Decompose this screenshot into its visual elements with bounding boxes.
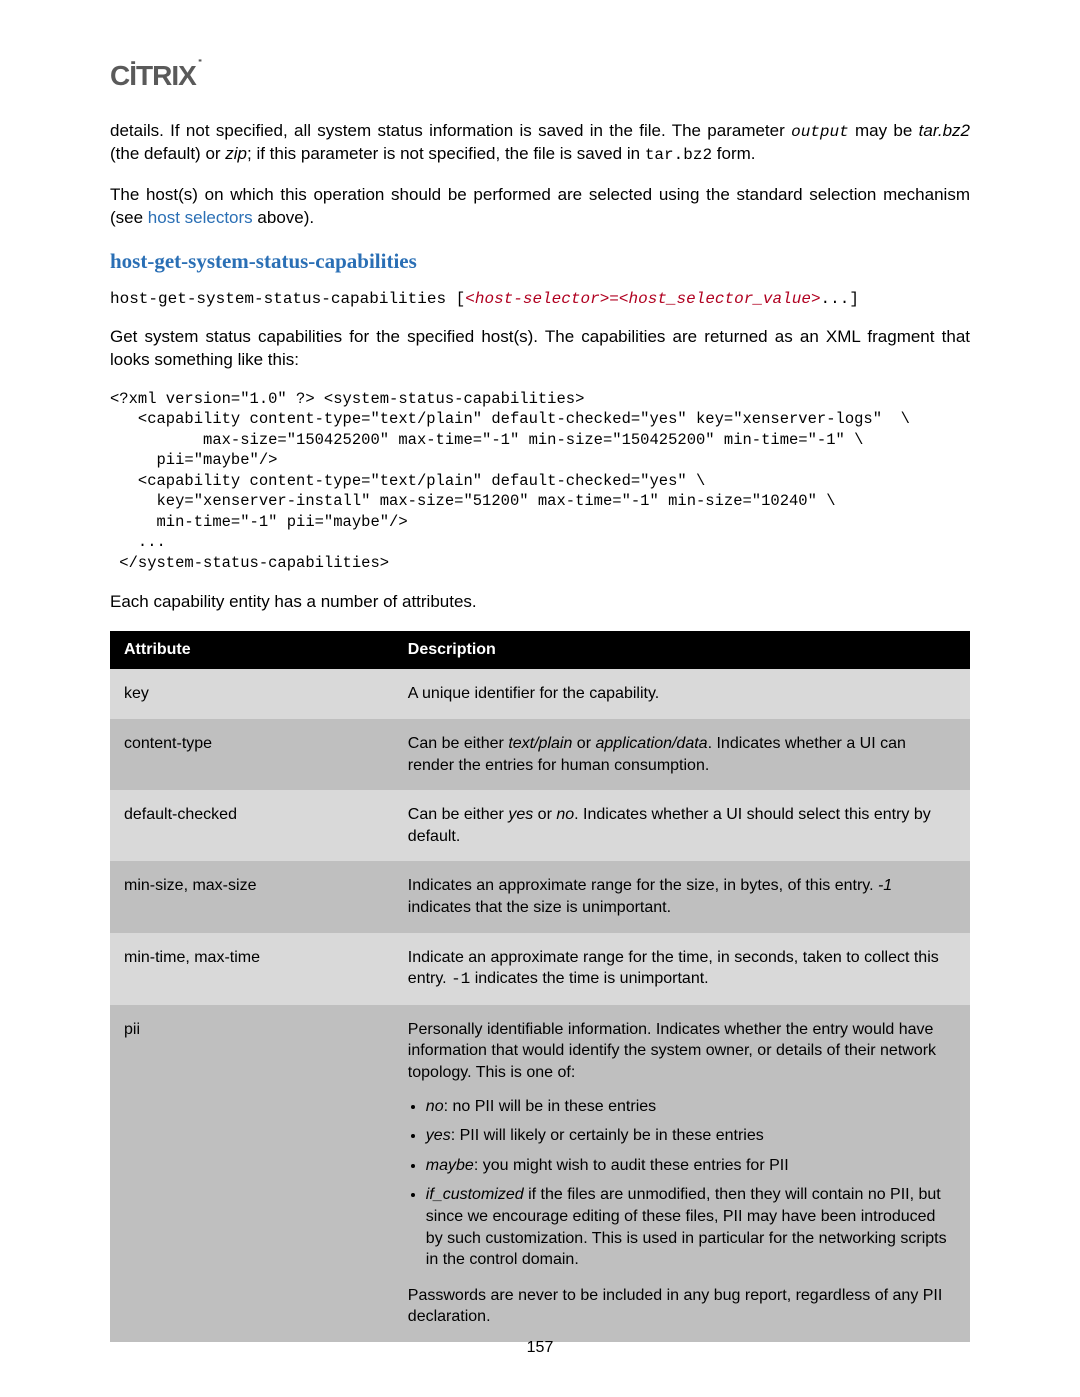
pii-no: no [426,1098,444,1115]
param-output: output [791,123,849,141]
text: indicates that the size is unimportant. [408,899,671,916]
table-row: key A unique identifier for the capabili… [110,669,970,719]
list-item: yes: PII will likely or certainly be in … [426,1125,956,1147]
host-selector-param: <host-selector> [465,290,609,308]
text: Can be either [408,735,509,752]
header-description: Description [394,631,970,669]
text: : no PII will be in these entries [444,1098,657,1115]
attr-cell: min-size, max-size [110,861,394,932]
desc-cell: A unique identifier for the capability. [394,669,970,719]
host-selector-value-param: <host_selector_value> [619,290,821,308]
attributes-intro: Each capability entity has a number of a… [110,591,970,613]
page-container: CİTRIX˙ details. If not specified, all s… [0,0,1080,1397]
cmd-name: host-get-system-status-capabilities [110,290,446,308]
value-tarbz2-mono: tar.bz2 [645,146,712,164]
table-row: content-type Can be either text/plain or… [110,719,970,790]
table-row: default-checked Can be either yes or no.… [110,790,970,861]
desc-cell: Indicates an approximate range for the s… [394,861,970,932]
text: or [533,806,556,823]
list-item: if_customized if the files are unmodifie… [426,1184,956,1270]
text: form. [712,144,755,163]
text: Can be either [408,806,509,823]
text: details. If not specified, all system st… [110,121,791,140]
text: above). [253,208,314,227]
value-neg1-mono: -1 [451,970,470,988]
pii-footnote: Passwords are never to be included in an… [408,1285,956,1328]
host-selectors-link[interactable]: host selectors [148,208,253,227]
value-zip: zip [225,144,247,163]
attr-cell: key [110,669,394,719]
table-header-row: Attribute Description [110,631,970,669]
bracket-open: [ [446,290,465,308]
logo-text: CİTRIX [110,60,196,92]
section-heading: host-get-system-status-capabilities [110,249,970,274]
table-row: min-size, max-size Indicates an approxim… [110,861,970,932]
table-row: pii Personally identifiable information.… [110,1005,970,1342]
pii-options-list: no: no PII will be in these entries yes:… [408,1096,956,1271]
list-item: no: no PII will be in these entries [426,1096,956,1118]
attr-cell: default-checked [110,790,394,861]
citrix-logo: CİTRIX˙ [110,60,970,92]
intro-paragraph-1: details. If not specified, all system st… [110,120,970,166]
description-paragraph: Get system status capabilities for the s… [110,326,970,371]
pii-intro: Personally identifiable information. Ind… [408,1019,956,1084]
text: : PII will likely or certainly be in the… [451,1127,764,1144]
desc-cell: Can be either text/plain or application/… [394,719,970,790]
attr-cell: min-time, max-time [110,933,394,1005]
text: indicates the time is unimportant. [470,970,708,987]
bracket-close: ...] [821,290,859,308]
attributes-table: Attribute Description key A unique ident… [110,631,970,1341]
value-appdata: application/data [595,735,707,752]
text: or [572,735,595,752]
list-item: maybe: you might wish to audit these ent… [426,1155,956,1177]
pii-maybe: maybe [426,1157,474,1174]
attr-cell: content-type [110,719,394,790]
desc-cell: Can be either yes or no. Indicates wheth… [394,790,970,861]
text: Indicates an approximate range for the s… [408,877,878,894]
command-syntax: host-get-system-status-capabilities [<ho… [110,290,970,308]
pii-yes: yes [426,1127,451,1144]
value-no: no [556,806,574,823]
value-yes: yes [508,806,533,823]
header-attribute: Attribute [110,631,394,669]
value-tarbz2: tar.bz2 [919,121,970,140]
value-textplain: text/plain [508,735,572,752]
page-number: 157 [0,1339,1080,1357]
value-neg1: -1 [878,877,892,894]
table-row: min-time, max-time Indicate an approxima… [110,933,970,1005]
intro-paragraph-2: The host(s) on which this operation shou… [110,184,970,229]
xml-code-block: <?xml version="1.0" ?> <system-status-ca… [110,389,970,573]
pii-ifcustomized: if_customized [426,1186,524,1203]
text: may be [849,121,919,140]
text: : you might wish to audit these entries … [474,1157,789,1174]
logo-trademark: ˙ [197,58,203,78]
attr-cell: pii [110,1005,394,1342]
text: (the default) or [110,144,225,163]
equals: = [609,290,619,308]
desc-cell: Personally identifiable information. Ind… [394,1005,970,1342]
text: ; if this parameter is not specified, th… [247,144,645,163]
desc-cell: Indicate an approximate range for the ti… [394,933,970,1005]
